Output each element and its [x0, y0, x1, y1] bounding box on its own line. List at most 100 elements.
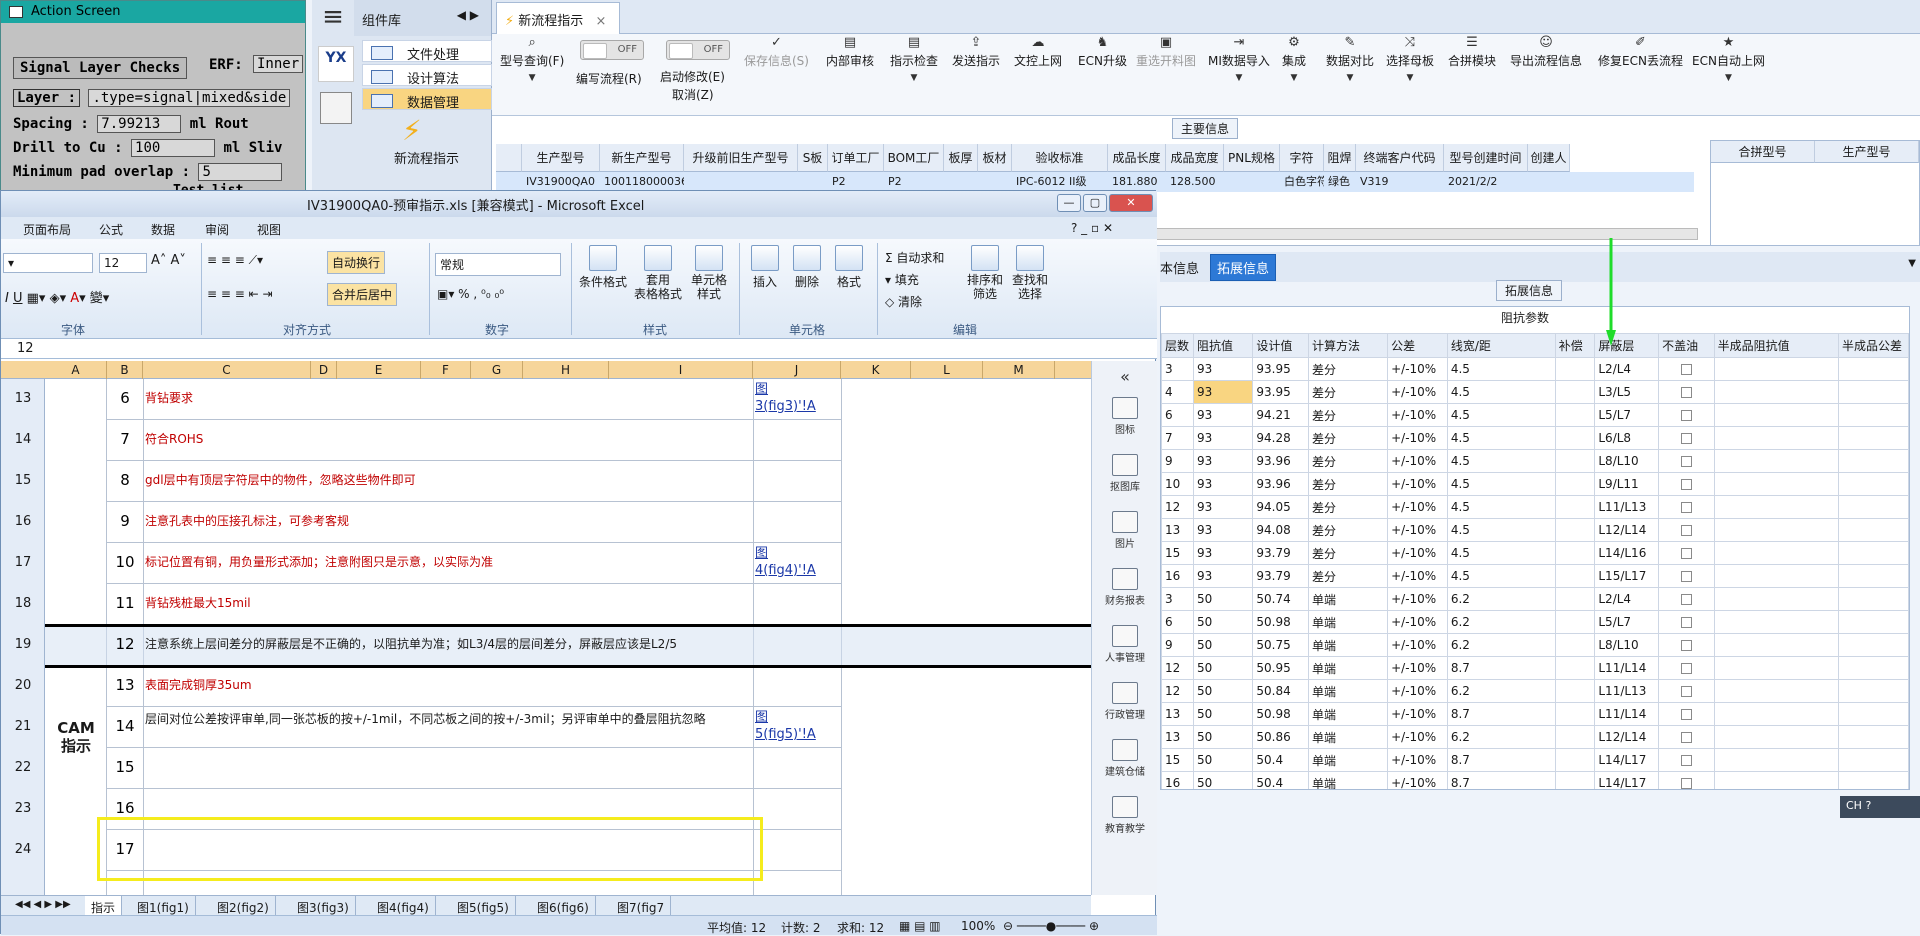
cell[interactable]: +/-10%	[1387, 656, 1448, 680]
figure-link[interactable]: 图 4(fig4)'!A	[755, 545, 816, 579]
cell[interactable]: L3/L5	[1594, 380, 1660, 404]
cell[interactable]	[1554, 725, 1596, 749]
export-flow-button[interactable]: ☺ 导出流程信息	[1510, 34, 1582, 69]
cell[interactable]: 93.79	[1252, 541, 1309, 565]
tab-new-flow[interactable]: ⚡ 新流程指示 ×	[496, 2, 620, 34]
cell[interactable]	[1838, 564, 1909, 588]
col-h[interactable]: H	[523, 361, 609, 379]
cell[interactable]	[1554, 357, 1596, 381]
col-header[interactable]: 计算方法	[1307, 333, 1389, 358]
cell[interactable]: 4.5	[1446, 357, 1556, 381]
cell[interactable]: IPC-6012 II级	[1012, 172, 1108, 192]
font-name-box[interactable]: ▾	[3, 253, 93, 273]
col-header[interactable]: BOM工厂	[884, 144, 944, 172]
insert-button[interactable]: 插入	[745, 245, 785, 290]
table-row[interactable]: 15 93 93.79 差分 +/-10% 4.5 L14/L16	[1161, 541, 1909, 565]
cell[interactable]: 50	[1192, 633, 1254, 657]
side-pane-item[interactable]: 抠图库	[1092, 454, 1158, 493]
cell[interactable]: 10	[1161, 472, 1194, 496]
menu-page-layout[interactable]: 页面布局	[23, 221, 71, 238]
cell[interactable]: 15	[1161, 748, 1194, 772]
cell[interactable]: 93	[1192, 403, 1254, 427]
item-text[interactable]: 注意系统上层间差分的屏蔽层是不正确的，以阻抗单为准；如L3/4层的层间差分，屏蔽…	[145, 635, 677, 652]
fill-button[interactable]: ▾ 填充	[885, 271, 919, 288]
cell[interactable]: 差分	[1307, 403, 1389, 427]
col-m[interactable]: M	[983, 361, 1055, 379]
cell[interactable]	[1838, 541, 1909, 565]
lp-item-file[interactable]: 文件处理	[362, 40, 492, 63]
tab-basic-info[interactable]: 本信息	[1160, 258, 1199, 277]
cell[interactable]	[1838, 656, 1909, 680]
checkbox[interactable]	[1680, 778, 1692, 789]
cell[interactable]: 4.5	[1446, 495, 1556, 519]
col-header[interactable]: 成品长度	[1108, 144, 1166, 172]
checkbox[interactable]	[1680, 732, 1692, 743]
col-header[interactable]: 板材	[978, 144, 1012, 172]
cell[interactable]: 16	[1161, 771, 1194, 789]
cell[interactable]: 白色字符	[1280, 172, 1324, 192]
cell[interactable]: L2/L4	[1594, 587, 1660, 611]
item-number[interactable]: 14	[107, 717, 143, 735]
item-text[interactable]: gdl层中有顶层字符层中的物件，忽略这些物件即可	[145, 471, 416, 488]
cell[interactable]: 50.75	[1252, 633, 1309, 657]
col-header[interactable]: 线宽/距	[1446, 333, 1556, 358]
col-header[interactable]: PNL规格	[1224, 144, 1280, 172]
font-size-box[interactable]: 12	[99, 253, 147, 273]
wrap-text-button[interactable]: 自动换行	[327, 251, 386, 274]
cell[interactable]	[1554, 495, 1596, 519]
cell[interactable]	[1713, 403, 1840, 427]
integrate-button[interactable]: ⚙ 集成 ▼	[1282, 34, 1306, 87]
cell[interactable]	[1554, 702, 1596, 726]
col-header[interactable]: 升级前旧生产型号	[684, 144, 798, 172]
cell[interactable]: IV31900QA0	[522, 172, 600, 192]
write-flow-toggle[interactable]: OFF	[580, 40, 644, 60]
table-row[interactable]: 4 93 93.95 差分 +/-10% 4.5 L3/L5	[1161, 380, 1909, 404]
side-pane-item[interactable]: 图片	[1092, 511, 1158, 550]
table-row[interactable]: 6 50 50.98 单端 +/-10% 6.2 L5/L7	[1161, 610, 1909, 634]
number-format-buttons[interactable]: ▣▾ % , ⁰₀ ₀⁰	[437, 287, 504, 301]
cell[interactable]	[1554, 541, 1596, 565]
cell[interactable]: L15/L17	[1594, 564, 1660, 588]
checkbox[interactable]	[1680, 525, 1692, 536]
layer-field[interactable]: .type=signal|mixed&side	[88, 89, 291, 107]
col-header[interactable]: 阻抗值	[1192, 333, 1254, 358]
cell[interactable]	[1713, 633, 1840, 657]
menu-view[interactable]: 视图	[257, 221, 281, 238]
cell[interactable]: 单端	[1307, 610, 1389, 634]
menu-review[interactable]: 审阅	[205, 221, 229, 238]
col-header[interactable]: 设计值	[1252, 333, 1309, 358]
cell[interactable]	[1838, 587, 1909, 611]
table-row[interactable]: 15 50 50.4 单端 +/-10% 8.7 L14/L17	[1161, 748, 1909, 772]
cell[interactable]: 94.28	[1252, 426, 1309, 450]
table-row[interactable]: 6 93 94.21 差分 +/-10% 4.5 L5/L7	[1161, 403, 1909, 427]
cell[interactable]: +/-10%	[1387, 771, 1448, 789]
cell[interactable]: L12/L14	[1594, 725, 1660, 749]
cell[interactable]: 10011800003644	[600, 172, 684, 192]
cell[interactable]: 93.95	[1252, 357, 1309, 381]
close-icon[interactable]: ×	[595, 14, 606, 29]
cell[interactable]	[1554, 518, 1596, 542]
cell[interactable]	[1554, 771, 1596, 789]
checkbox[interactable]	[1680, 755, 1692, 766]
col-header[interactable]: 生产型号	[522, 144, 600, 172]
checkbox[interactable]	[1680, 433, 1692, 444]
cell[interactable]: 6.2	[1446, 587, 1556, 611]
cell[interactable]	[1658, 587, 1715, 611]
cell[interactable]: 2021/2/2	[1444, 172, 1528, 192]
close-button[interactable]: ✕	[1109, 194, 1153, 212]
cell[interactable]: 50.98	[1252, 702, 1309, 726]
delete-button[interactable]: 删除	[787, 245, 827, 290]
ecn-auto-online-button[interactable]: ★ ECN自动上网 ▼	[1692, 34, 1765, 87]
item-number[interactable]: 10	[107, 553, 143, 571]
pad-overlap-field[interactable]: 5	[198, 163, 283, 181]
col-header[interactable]: 阻焊	[1324, 144, 1356, 172]
cell[interactable]: +/-10%	[1387, 449, 1448, 473]
spacing-field[interactable]: 7.99213	[97, 115, 182, 133]
cell[interactable]: 差分	[1307, 380, 1389, 404]
col-c[interactable]: C	[143, 361, 311, 379]
cell[interactable]: 50.86	[1252, 725, 1309, 749]
col-f[interactable]: F	[421, 361, 471, 379]
cell[interactable]: +/-10%	[1387, 748, 1448, 772]
cell[interactable]: 单端	[1307, 748, 1389, 772]
col-header[interactable]: 公差	[1387, 333, 1448, 358]
